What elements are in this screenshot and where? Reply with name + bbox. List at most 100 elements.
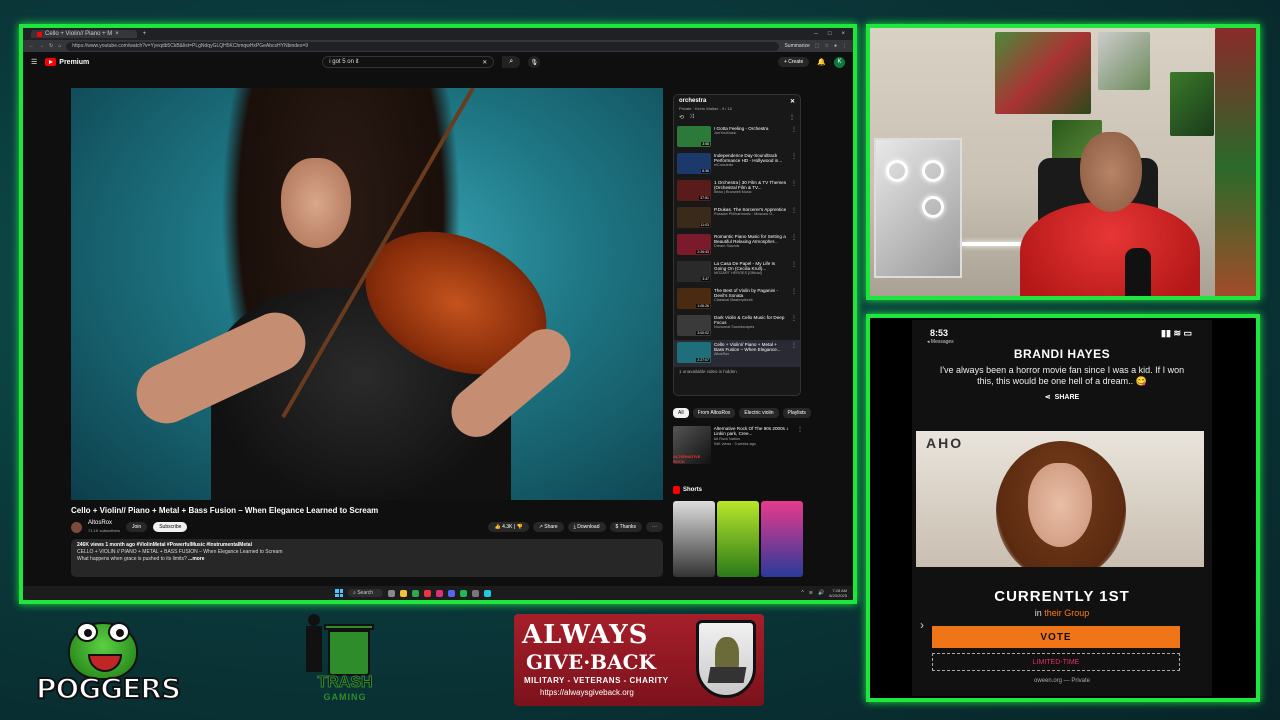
chevron-right-icon[interactable]: › <box>920 618 924 632</box>
close-window-icon[interactable]: × <box>841 31 845 37</box>
notifications-bell-icon[interactable]: 🔔 <box>817 58 826 66</box>
profile-icon[interactable]: ● <box>834 43 837 49</box>
chip-electric-violin[interactable]: Electric violin <box>739 408 779 418</box>
short-item[interactable] <box>761 501 803 577</box>
playlist-item-menu-icon[interactable]: ⋮ <box>791 207 797 214</box>
description-more-link[interactable]: ...more <box>188 556 204 562</box>
recommended-menu-icon[interactable]: ⋮ <box>797 426 803 464</box>
playlist-item[interactable]: 2:26:43 Romantic Piano Music for Setting … <box>674 232 800 259</box>
more-actions-icon[interactable]: ⋯ <box>646 522 663 532</box>
wifi-icon[interactable]: ≋ <box>809 590 813 596</box>
extensions-icon[interactable]: ⬚ <box>815 43 820 49</box>
video-player[interactable] <box>71 88 663 500</box>
url-field[interactable]: https://www.youtube.com/watch?v=Yyeqdb5C… <box>66 41 780 51</box>
playlist-item-menu-icon[interactable]: ⋮ <box>791 126 797 133</box>
playlist-item-menu-icon[interactable]: ⋮ <box>791 153 797 160</box>
create-button[interactable]: + Create <box>777 57 810 67</box>
subscribe-button[interactable]: Subscribe <box>153 522 188 532</box>
short-item[interactable] <box>717 501 759 577</box>
poggers-text: POGGERS <box>35 671 182 706</box>
forward-icon[interactable]: → <box>39 43 44 49</box>
home-icon[interactable]: ⌂ <box>58 43 61 49</box>
chip-from-channel[interactable]: From AltosRox <box>692 408 736 418</box>
voice-search-button[interactable]: 🎙 <box>528 56 541 68</box>
playlist-menu-icon[interactable]: ⋮ <box>789 114 795 121</box>
chip-all[interactable]: All <box>673 408 689 418</box>
playlist-thumbnail: 3:47 <box>677 261 711 282</box>
app-icon[interactable] <box>460 589 468 597</box>
like-button[interactable]: 👍 4.3K | 👎 <box>488 522 529 532</box>
browser-tab[interactable]: Cello + Violin// Piano + M × <box>31 30 137 38</box>
limited-time-banner[interactable]: LIMITED-TIME <box>932 653 1180 671</box>
hamburger-menu-icon[interactable]: ☰ <box>31 58 37 66</box>
tray-chevron-icon[interactable]: ^ <box>801 590 803 596</box>
share-button[interactable]: ⋖ SHARE <box>912 393 1212 402</box>
join-button[interactable]: Join <box>126 522 148 532</box>
summarize-extension-button[interactable]: Summarize <box>784 43 809 49</box>
playlist-item-menu-icon[interactable]: ⋮ <box>791 234 797 241</box>
share-button[interactable]: ↗ Share <box>532 522 564 532</box>
playlist-item[interactable]: 3:47 La Casa De Papel - My Life Is Going … <box>674 259 800 286</box>
playlist-item[interactable]: 37:51 1 Orchestra | 30 Film & TV Themes (… <box>674 178 800 205</box>
phone-status-bar: 8:53 ▮▮ ≋ ▭ <box>912 320 1212 339</box>
taskbar-search[interactable]: ⌕ Search <box>348 589 384 597</box>
shuffle-icon[interactable]: ⤨ <box>689 114 694 121</box>
description-box[interactable]: 246K views 1 month ago #ViolinMetal #Pow… <box>71 539 663 577</box>
tab-close-icon[interactable]: × <box>115 31 119 37</box>
task-view-icon[interactable] <box>388 589 396 597</box>
bookmark-star-icon[interactable]: ☆ <box>824 43 828 49</box>
volume-icon[interactable]: 🔊 <box>818 590 824 596</box>
playlist-item[interactable]: 3:58 I Gotta Feeling - Orchestra JonYouMus… <box>674 124 800 151</box>
back-icon[interactable]: ← <box>29 43 34 49</box>
search-input[interactable]: i got 5 on it ✕ <box>322 56 495 68</box>
frog-pupil <box>84 629 92 637</box>
clear-search-icon[interactable]: ✕ <box>482 59 487 66</box>
youtube-logo[interactable]: Premium <box>45 58 89 66</box>
playlist-item[interactable]: 3:00:02 Dark Violin & Cello Music for Dee… <box>674 313 800 340</box>
thanks-button[interactable]: $ Thanks <box>609 522 642 532</box>
recommended-video[interactable]: ALTERNATIVE ROCK Alternative Rock Of The… <box>673 426 803 464</box>
playlist-item-menu-icon[interactable]: ⋮ <box>791 180 797 187</box>
playlist-item[interactable]: 1:06:26 The Best of Violin by Paganini - … <box>674 286 800 313</box>
download-button[interactable]: ⤓ Download <box>567 522 606 532</box>
taskbar-clock[interactable]: 7:28 AM 8/20/2025 <box>829 588 847 598</box>
loop-icon[interactable]: ⟲ <box>679 114 684 121</box>
clock-date: 8/20/2025 <box>829 593 847 598</box>
windows-start-icon[interactable] <box>335 589 343 597</box>
description-line: What happens when grace is pushed to its… <box>77 556 657 563</box>
chip-playlists[interactable]: Playlists <box>782 408 811 418</box>
edge-icon[interactable] <box>484 589 492 597</box>
playlist-item-menu-icon[interactable]: ⋮ <box>791 342 797 349</box>
playlist-item-menu-icon[interactable]: ⋮ <box>791 261 797 268</box>
account-avatar[interactable]: K <box>834 56 845 68</box>
playlist-item[interactable]: 2:27:07 Cello + Violin// Piano + Metal + … <box>674 340 800 367</box>
minimize-icon[interactable]: – <box>815 31 818 37</box>
app-icon[interactable] <box>472 589 480 597</box>
app-icon[interactable] <box>436 589 444 597</box>
search-button[interactable]: ⌕ <box>502 56 521 68</box>
playlist-title[interactable]: orchestra <box>679 98 706 105</box>
playlist-item[interactable]: 6:36 Independence Day-Soundtrack Performa… <box>674 151 800 178</box>
app-icon[interactable] <box>424 589 432 597</box>
reload-icon[interactable]: ↻ <box>49 43 53 49</box>
playlist-thumbnail: 3:00:02 <box>677 315 711 336</box>
playlist-meta: Private · Kevin Walker - 9 / 10 <box>679 106 732 111</box>
chrome-icon[interactable] <box>412 589 420 597</box>
messages-back-link[interactable]: ◂ Messages <box>912 339 1212 345</box>
playlist-item-channel: JonYouMusic <box>714 131 737 136</box>
playlist-item[interactable]: 11:03 P.Dukas. The Sorcerer's Apprentice R… <box>674 205 800 232</box>
vote-button[interactable]: VOTE <box>932 626 1180 648</box>
file-explorer-icon[interactable] <box>400 589 408 597</box>
browser-menu-icon[interactable]: ⋮ <box>842 43 847 49</box>
maximize-icon[interactable]: □ <box>828 31 832 37</box>
new-tab-icon[interactable]: + <box>143 31 147 37</box>
discord-icon[interactable] <box>448 589 456 597</box>
group-link[interactable]: their Group <box>1044 608 1089 618</box>
playlist-item-menu-icon[interactable]: ⋮ <box>791 288 797 295</box>
close-playlist-icon[interactable]: ✕ <box>790 98 795 105</box>
playlist-item-menu-icon[interactable]: ⋮ <box>791 315 797 322</box>
playlist-item-channel: AltosRox <box>714 352 730 357</box>
short-item[interactable] <box>673 501 715 577</box>
channel-name[interactable]: AltosRox <box>88 520 120 527</box>
channel-avatar[interactable] <box>71 521 82 533</box>
